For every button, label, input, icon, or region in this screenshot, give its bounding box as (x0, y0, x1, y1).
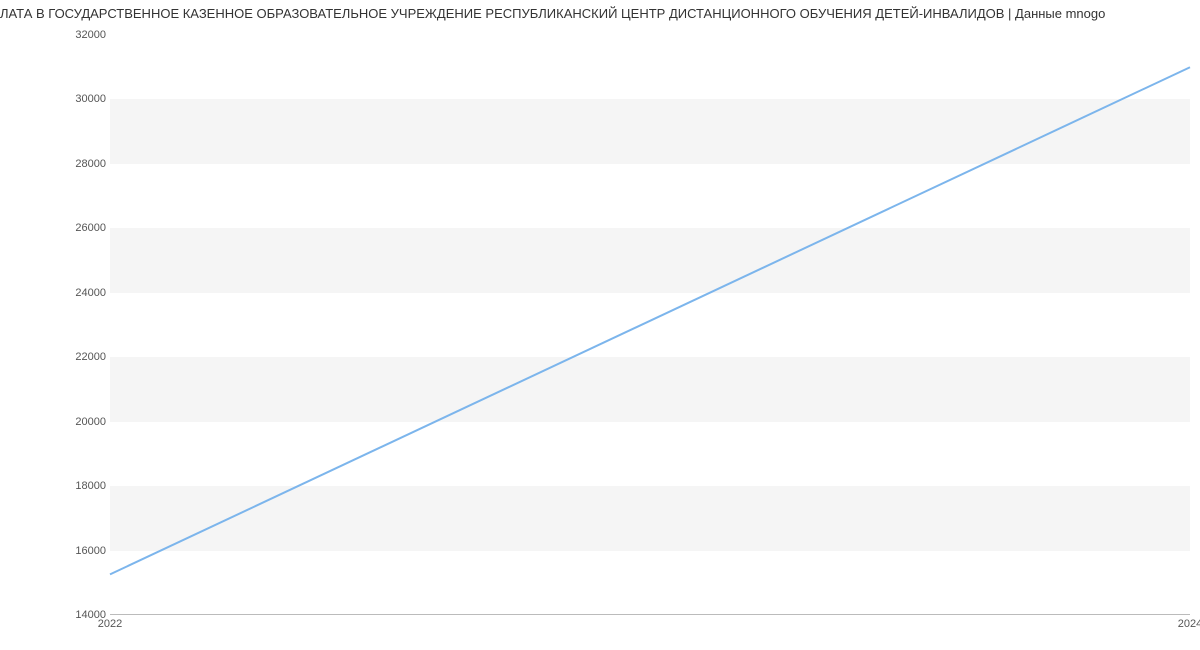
y-tick-label: 28000 (58, 158, 106, 170)
plot-area (110, 35, 1190, 615)
y-tick-label: 30000 (58, 93, 106, 105)
y-tick-label: 20000 (58, 416, 106, 428)
y-tick-label: 26000 (58, 222, 106, 234)
x-tick-label: 2022 (98, 618, 122, 630)
y-tick-label: 22000 (58, 351, 106, 363)
x-tick-label: 2024 (1178, 618, 1200, 630)
y-tick-label: 24000 (58, 287, 106, 299)
chart-container: ЛАТА В ГОСУДАРСТВЕННОЕ КАЗЕННОЕ ОБРАЗОВА… (0, 0, 1200, 650)
chart-title: ЛАТА В ГОСУДАРСТВЕННОЕ КАЗЕННОЕ ОБРАЗОВА… (0, 6, 1200, 21)
y-tick-label: 18000 (58, 480, 106, 492)
y-tick-label: 32000 (58, 29, 106, 41)
series-line (110, 67, 1190, 574)
line-series (110, 35, 1190, 615)
y-tick-label: 16000 (58, 545, 106, 557)
